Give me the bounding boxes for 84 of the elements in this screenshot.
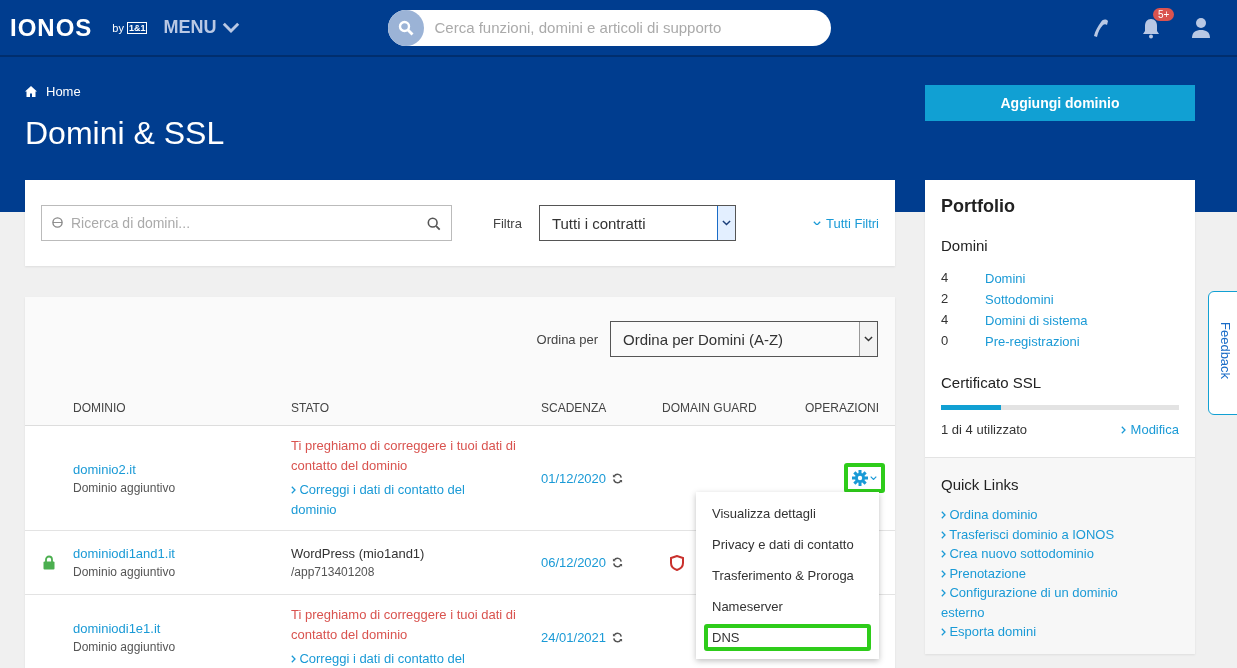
chevron-right-icon: [1120, 425, 1126, 434]
quick-link[interactable]: Prenotazione: [941, 563, 1145, 583]
column-header: DOMAIN GUARD: [662, 401, 758, 415]
count: 0: [941, 332, 950, 350]
chevron-right-icon: [941, 550, 946, 558]
chevron-right-icon: [941, 530, 946, 539]
feedback-tab[interactable]: Feedback: [1208, 291, 1237, 415]
app-path: /app713401208: [291, 565, 376, 579]
fix-contact-link[interactable]: Correggi i dati di contatto del: [291, 649, 501, 668]
search-icon[interactable]: [388, 9, 425, 46]
portfolio-title: Portfolio: [941, 196, 1016, 217]
chevron-down-icon: [864, 336, 873, 342]
chevron-down-icon: [813, 220, 822, 226]
count-link[interactable]: Sottodomini: [985, 292, 1054, 307]
menu-item[interactable]: Visualizza dettagli: [704, 498, 871, 529]
quick-link[interactable]: Configurazione di un dominio esterno: [941, 583, 1145, 622]
domain-type: Dominio aggiuntivo: [73, 480, 177, 495]
edit-link[interactable]: Modifica: [1120, 422, 1179, 437]
domain-search-field[interactable]: Ricerca di domini...: [41, 205, 452, 241]
page-title: Domini & SSL: [25, 115, 225, 152]
user-icon[interactable]: [1191, 16, 1211, 39]
column-header: STATO: [291, 401, 330, 415]
quick-link[interactable]: Esporta domini: [941, 622, 1145, 642]
all-filters-link[interactable]: Tutti Filtri: [813, 215, 879, 231]
quick-link[interactable]: Ordina dominio: [941, 505, 1145, 525]
chevron-right-icon: [291, 486, 296, 494]
domain-type: Dominio aggiuntivo: [73, 639, 177, 654]
menu-item[interactable]: Nameserver: [704, 591, 871, 622]
home-icon: [25, 86, 37, 97]
domain-type: Dominio aggiuntivo: [73, 565, 177, 579]
menu-item[interactable]: Privacy e dati di contatto: [704, 529, 871, 560]
column-header: SCADENZA: [541, 401, 608, 415]
menu-item[interactable]: DNS: [704, 624, 871, 651]
count: 4: [941, 311, 950, 329]
column-header: OPERAZIONI: [805, 401, 880, 415]
chevron-down-icon: [870, 475, 877, 481]
refresh-icon: [612, 631, 624, 643]
expiry-date[interactable]: 01/12/2020: [541, 470, 607, 486]
chevron-right-icon: [941, 628, 946, 636]
ssl-usage-text: 1 di 4 utilizzato: [941, 422, 1027, 437]
filter-label: Filtra: [493, 215, 522, 231]
expiry-date[interactable]: 24/01/2021: [541, 629, 607, 645]
chevron-down-icon: [721, 220, 731, 226]
chevron-right-icon: [941, 569, 946, 578]
menu-button[interactable]: MENU: [163, 17, 241, 38]
quick-link[interactable]: Crea nuovo sottodominio: [941, 544, 1145, 564]
ssl-heading: Certificato SSL: [941, 374, 1043, 391]
refresh-icon: [612, 472, 624, 484]
domain-link[interactable]: dominiodi1and1.it: [73, 546, 291, 561]
logo[interactable]: IONOS: [10, 13, 93, 42]
warning-text: Ti preghiamo di correggere i tuoi dati di contatto del dominio: [291, 437, 517, 475]
domain-link[interactable]: dominiodi1e1.it: [73, 620, 291, 636]
expiry-date[interactable]: 06/12/2020: [541, 555, 607, 570]
add-domain-button[interactable]: Aggiungi dominio: [925, 85, 1195, 121]
notification-badge: 5+: [1153, 7, 1175, 21]
count: 4: [941, 269, 950, 287]
breadcrumb-home[interactable]: Home: [25, 84, 81, 99]
count: 2: [941, 290, 950, 308]
warning-text: Ti preghiamo di correggere i tuoi dati di contatto del dominio: [291, 606, 517, 644]
quick-links-heading: Quick Links: [941, 476, 1020, 493]
column-header: DOMINIO: [73, 401, 127, 415]
bell-icon[interactable]: [1141, 16, 1161, 39]
sort-label: Ordina per: [536, 331, 598, 347]
quick-link[interactable]: Trasferisci dominio a IONOS: [941, 524, 1145, 544]
menu-item[interactable]: Trasferimento & Proroga: [704, 560, 871, 591]
chevron-right-icon: [291, 655, 296, 663]
fix-contact-link[interactable]: Correggi i dati di contatto del dominio: [291, 480, 501, 520]
gear-icon: [852, 470, 868, 486]
domain-link[interactable]: dominio2.it: [73, 461, 291, 477]
chevron-down-icon: [222, 22, 241, 33]
contract-select[interactable]: Tutti i contratti: [538, 205, 736, 241]
count-link[interactable]: Domini di sistema: [985, 313, 1088, 328]
sort-select[interactable]: Ordina per Domini (A-Z): [610, 321, 878, 357]
settings-button[interactable]: [844, 463, 885, 493]
logo-by-text: by: [112, 21, 124, 34]
refresh-icon: [612, 557, 624, 568]
domains-heading: Domini: [941, 237, 989, 254]
chevron-right-icon: [941, 589, 946, 597]
count-link[interactable]: Domini: [985, 271, 1026, 286]
count-link[interactable]: Pre-registrazioni: [985, 334, 1080, 349]
search-icon[interactable]: [427, 217, 441, 231]
app-name: WordPress (mio1and1): [291, 546, 426, 561]
chevron-right-icon: [941, 511, 946, 519]
logo-badge: 1&1: [126, 21, 148, 34]
